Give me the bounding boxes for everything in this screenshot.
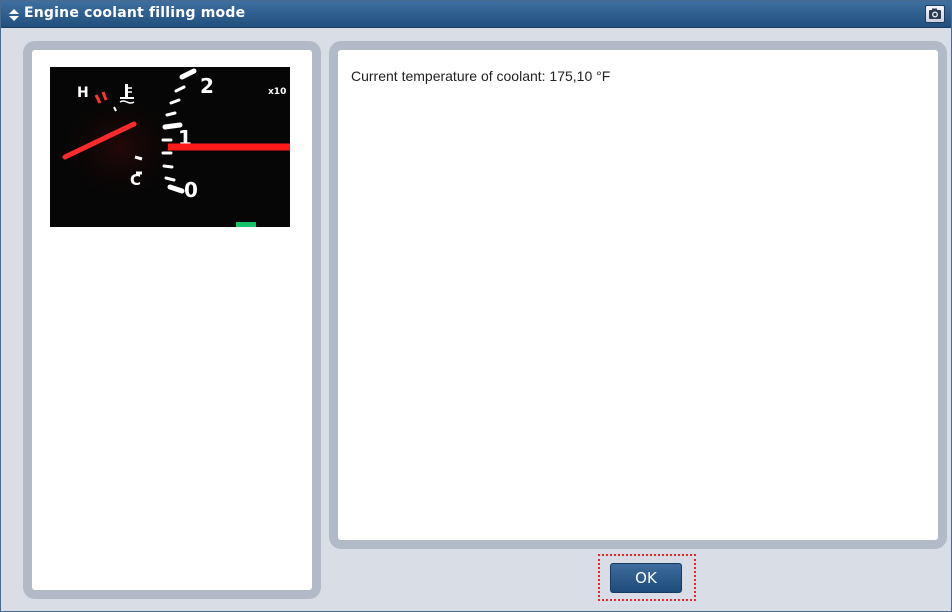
gauge-label-c: C	[130, 171, 141, 189]
up-down-arrows-icon	[7, 7, 21, 21]
tach-label-2: 2	[200, 74, 214, 98]
gauge-label-h: H	[77, 85, 89, 101]
message-panel: Current temperature of coolant: 175,10 °…	[329, 41, 947, 549]
screenshot-button[interactable]	[925, 5, 945, 23]
message-panel-content: Current temperature of coolant: 175,10 °…	[338, 50, 938, 540]
indicator-light	[236, 222, 256, 227]
ok-button[interactable]: OK	[610, 563, 682, 593]
title-bar[interactable]: Engine coolant filling mode	[1, 1, 951, 28]
tach-multiplier: x10	[268, 87, 286, 97]
image-panel-content: H C 2 1 0 x10	[32, 50, 312, 590]
coolant-gauge-image: H C 2 1 0 x10	[50, 67, 290, 227]
coolant-temperature-text: Current temperature of coolant: 175,10 °…	[351, 68, 611, 84]
tach-label-0: 0	[184, 178, 198, 202]
dialog-window: Engine coolant filling mode H C 2 1 0 x1…	[0, 0, 952, 612]
window-title: Engine coolant filling mode	[24, 5, 246, 21]
image-panel: H C 2 1 0 x10	[23, 41, 321, 599]
